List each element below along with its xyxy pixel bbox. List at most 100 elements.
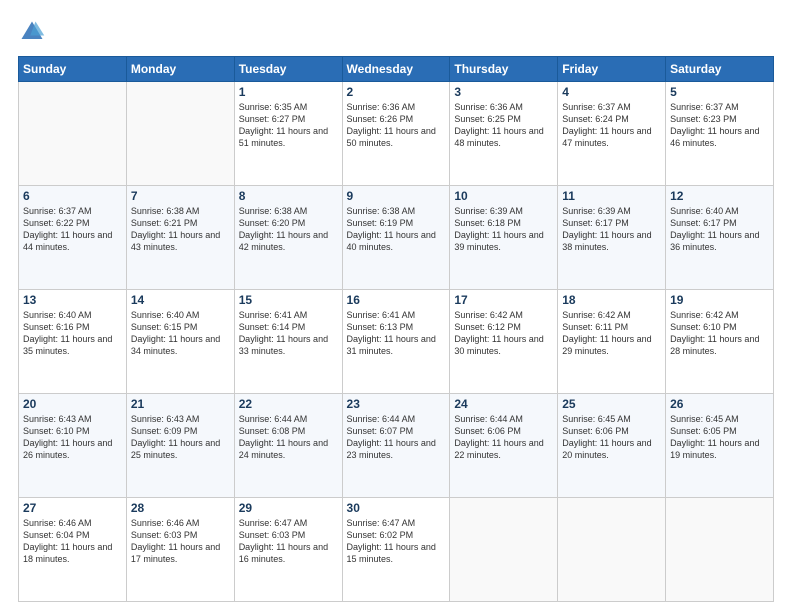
calendar-cell [558,498,666,602]
day-info: Sunrise: 6:36 AMSunset: 6:26 PMDaylight:… [347,101,446,150]
calendar-cell [450,498,558,602]
day-number: 22 [239,397,338,411]
calendar-cell: 18 Sunrise: 6:42 AMSunset: 6:11 PMDayligh… [558,290,666,394]
day-number: 15 [239,293,338,307]
day-number: 14 [131,293,230,307]
calendar-cell [126,82,234,186]
calendar-week-row: 1 Sunrise: 6:35 AMSunset: 6:27 PMDaylight… [19,82,774,186]
day-number: 17 [454,293,553,307]
calendar-cell: 15 Sunrise: 6:41 AMSunset: 6:14 PMDayligh… [234,290,342,394]
day-info: Sunrise: 6:42 AMSunset: 6:10 PMDaylight:… [670,309,769,358]
calendar-cell: 16 Sunrise: 6:41 AMSunset: 6:13 PMDayligh… [342,290,450,394]
day-number: 28 [131,501,230,515]
day-number: 6 [23,189,122,203]
day-info: Sunrise: 6:35 AMSunset: 6:27 PMDaylight:… [239,101,338,150]
day-info: Sunrise: 6:46 AMSunset: 6:04 PMDaylight:… [23,517,122,566]
calendar-cell [19,82,127,186]
calendar-cell: 19 Sunrise: 6:42 AMSunset: 6:10 PMDayligh… [666,290,774,394]
calendar-week-row: 20Sunrise: 6:43 AMSunset: 6:10 PMDayligh… [19,394,774,498]
day-info: Sunrise: 6:39 AMSunset: 6:18 PMDaylight:… [454,205,553,254]
page: SundayMondayTuesdayWednesdayThursdayFrid… [0,0,792,612]
calendar-cell: 1 Sunrise: 6:35 AMSunset: 6:27 PMDaylight… [234,82,342,186]
day-info: Sunrise: 6:44 AMSunset: 6:07 PMDaylight:… [347,413,446,462]
calendar-cell: 9 Sunrise: 6:38 AMSunset: 6:19 PMDaylight… [342,186,450,290]
day-info: Sunrise: 6:37 AMSunset: 6:24 PMDaylight:… [562,101,661,150]
day-number: 27 [23,501,122,515]
day-number: 3 [454,85,553,99]
calendar-cell: 7Sunrise: 6:38 AMSunset: 6:21 PMDaylight… [126,186,234,290]
header [18,18,774,46]
day-info: Sunrise: 6:46 AMSunset: 6:03 PMDaylight:… [131,517,230,566]
calendar-cell: 13 Sunrise: 6:40 AMSunset: 6:16 PMDayligh… [19,290,127,394]
day-number: 11 [562,189,661,203]
weekday-header-thursday: Thursday [450,57,558,82]
calendar-cell: 17 Sunrise: 6:42 AMSunset: 6:12 PMDayligh… [450,290,558,394]
day-number: 9 [347,189,446,203]
calendar-cell: 4 Sunrise: 6:37 AMSunset: 6:24 PMDaylight… [558,82,666,186]
day-info: Sunrise: 6:40 AMSunset: 6:17 PMDaylight:… [670,205,769,254]
calendar-cell: 23 Sunrise: 6:44 AMSunset: 6:07 PMDayligh… [342,394,450,498]
calendar-cell: 6 Sunrise: 6:37 AMSunset: 6:22 PMDaylight… [19,186,127,290]
calendar-cell [666,498,774,602]
day-info: Sunrise: 6:42 AMSunset: 6:11 PMDaylight:… [562,309,661,358]
day-number: 10 [454,189,553,203]
calendar-week-row: 6 Sunrise: 6:37 AMSunset: 6:22 PMDaylight… [19,186,774,290]
calendar-cell: 24 Sunrise: 6:44 AMSunset: 6:06 PMDayligh… [450,394,558,498]
day-info: Sunrise: 6:36 AMSunset: 6:25 PMDaylight:… [454,101,553,150]
day-number: 30 [347,501,446,515]
calendar-cell: 10 Sunrise: 6:39 AMSunset: 6:18 PMDayligh… [450,186,558,290]
calendar-cell: 5 Sunrise: 6:37 AMSunset: 6:23 PMDaylight… [666,82,774,186]
day-number: 5 [670,85,769,99]
day-number: 26 [670,397,769,411]
day-number: 12 [670,189,769,203]
day-info: Sunrise: 6:41 AMSunset: 6:13 PMDaylight:… [347,309,446,358]
day-info: Sunrise: 6:42 AMSunset: 6:12 PMDaylight:… [454,309,553,358]
calendar-cell: 30 Sunrise: 6:47 AMSunset: 6:02 PMDayligh… [342,498,450,602]
calendar-cell: 2Sunrise: 6:36 AMSunset: 6:26 PMDaylight… [342,82,450,186]
day-number: 8 [239,189,338,203]
day-number: 25 [562,397,661,411]
weekday-header-monday: Monday [126,57,234,82]
day-number: 16 [347,293,446,307]
calendar-cell: 28 Sunrise: 6:46 AMSunset: 6:03 PMDayligh… [126,498,234,602]
day-number: 29 [239,501,338,515]
calendar-cell: 12 Sunrise: 6:40 AMSunset: 6:17 PMDayligh… [666,186,774,290]
logo [18,18,50,46]
day-info: Sunrise: 6:47 AMSunset: 6:02 PMDaylight:… [347,517,446,566]
day-number: 1 [239,85,338,99]
weekday-header-saturday: Saturday [666,57,774,82]
calendar-cell: 20Sunrise: 6:43 AMSunset: 6:10 PMDayligh… [19,394,127,498]
day-number: 20 [23,397,122,411]
day-number: 13 [23,293,122,307]
day-number: 24 [454,397,553,411]
calendar-cell: 14 Sunrise: 6:40 AMSunset: 6:15 PMDayligh… [126,290,234,394]
day-number: 21 [131,397,230,411]
calendar-week-row: 27 Sunrise: 6:46 AMSunset: 6:04 PMDayligh… [19,498,774,602]
calendar-cell: 3 Sunrise: 6:36 AMSunset: 6:25 PMDaylight… [450,82,558,186]
day-info: Sunrise: 6:39 AMSunset: 6:17 PMDaylight:… [562,205,661,254]
day-number: 23 [347,397,446,411]
calendar-cell: 22 Sunrise: 6:44 AMSunset: 6:08 PMDayligh… [234,394,342,498]
calendar-cell: 25 Sunrise: 6:45 AMSunset: 6:06 PMDayligh… [558,394,666,498]
day-number: 18 [562,293,661,307]
calendar-cell: 11 Sunrise: 6:39 AMSunset: 6:17 PMDayligh… [558,186,666,290]
day-info: Sunrise: 6:38 AMSunset: 6:21 PMDaylight:… [131,205,230,254]
day-info: Sunrise: 6:37 AMSunset: 6:23 PMDaylight:… [670,101,769,150]
calendar-cell: 8Sunrise: 6:38 AMSunset: 6:20 PMDaylight… [234,186,342,290]
day-info: Sunrise: 6:44 AMSunset: 6:06 PMDaylight:… [454,413,553,462]
day-number: 19 [670,293,769,307]
calendar-cell: 29 Sunrise: 6:47 AMSunset: 6:03 PMDayligh… [234,498,342,602]
logo-icon [18,18,46,46]
day-info: Sunrise: 6:41 AMSunset: 6:14 PMDaylight:… [239,309,338,358]
day-info: Sunrise: 6:47 AMSunset: 6:03 PMDaylight:… [239,517,338,566]
day-info: Sunrise: 6:37 AMSunset: 6:22 PMDaylight:… [23,205,122,254]
day-info: Sunrise: 6:45 AMSunset: 6:06 PMDaylight:… [562,413,661,462]
day-info: Sunrise: 6:40 AMSunset: 6:15 PMDaylight:… [131,309,230,358]
calendar-table: SundayMondayTuesdayWednesdayThursdayFrid… [18,56,774,602]
weekday-header-row: SundayMondayTuesdayWednesdayThursdayFrid… [19,57,774,82]
day-number: 4 [562,85,661,99]
day-info: Sunrise: 6:40 AMSunset: 6:16 PMDaylight:… [23,309,122,358]
day-info: Sunrise: 6:38 AMSunset: 6:19 PMDaylight:… [347,205,446,254]
calendar-cell: 21Sunrise: 6:43 AMSunset: 6:09 PMDayligh… [126,394,234,498]
day-info: Sunrise: 6:44 AMSunset: 6:08 PMDaylight:… [239,413,338,462]
